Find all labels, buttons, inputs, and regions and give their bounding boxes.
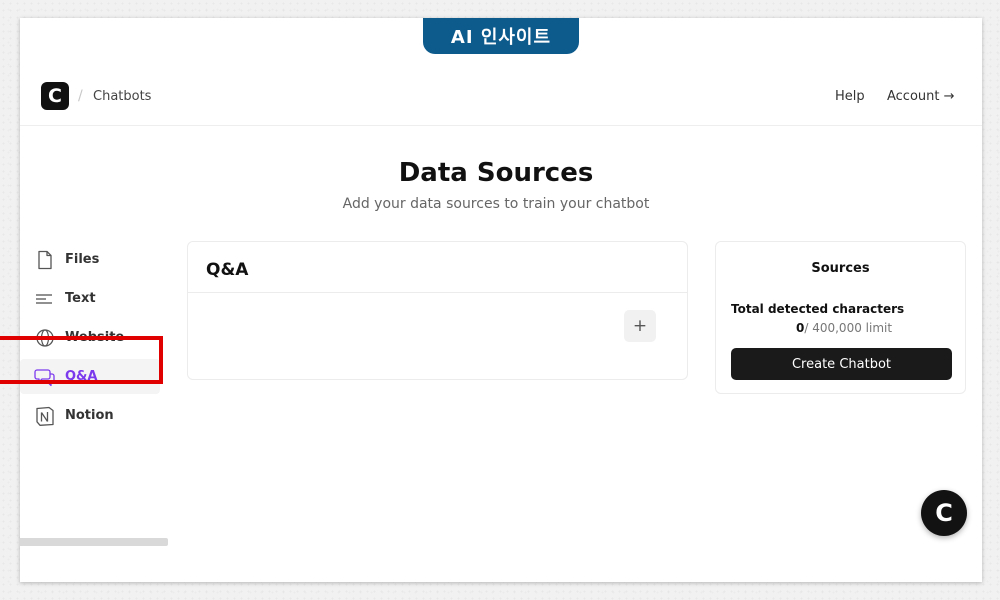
help-link[interactable]: Help: [835, 89, 865, 104]
page-title: Data Sources: [398, 158, 594, 188]
app-logo[interactable]: C: [41, 82, 69, 110]
annotation-highlight-box: [0, 336, 163, 384]
sidebar-item-notion[interactable]: Notion: [20, 398, 160, 433]
chat-widget-button[interactable]: C: [921, 490, 967, 536]
file-icon: [38, 250, 52, 270]
sources-title: Sources: [811, 261, 870, 276]
qa-panel-title: Q&A: [206, 260, 249, 280]
app-window: C / Chatbots Help Account → Data Sources…: [20, 18, 982, 582]
text-lines-icon: [36, 294, 52, 304]
top-navigation-bar: C / Chatbots Help Account →: [20, 76, 982, 126]
qa-panel: Q&A +: [187, 241, 688, 380]
status-bar: [20, 538, 168, 546]
total-characters-label: Total detected characters: [731, 302, 905, 316]
sidebar-item-label: Notion: [65, 408, 114, 423]
breadcrumb-chatbots[interactable]: Chatbots: [93, 89, 151, 104]
sources-panel: Sources Total detected characters 0/ 400…: [715, 241, 966, 394]
qa-panel-divider: [188, 292, 687, 293]
create-chatbot-button[interactable]: Create Chatbot: [731, 348, 952, 380]
watermark-tab: AI 인사이트: [423, 18, 579, 54]
sidebar-item-files[interactable]: Files: [20, 242, 160, 277]
add-qa-button[interactable]: +: [624, 310, 656, 342]
character-count-line: 0/ 400,000 limit: [796, 321, 892, 335]
account-link[interactable]: Account →: [887, 89, 955, 104]
sidebar-item-label: Files: [65, 252, 100, 267]
sidebar-item-text[interactable]: Text: [20, 281, 160, 316]
breadcrumb-separator: /: [78, 88, 83, 104]
character-limit: / 400,000 limit: [804, 321, 893, 335]
page-subtitle: Add your data sources to train your chat…: [342, 196, 650, 212]
logo-letter: C: [48, 85, 62, 107]
sidebar-item-label: Text: [65, 291, 96, 306]
chat-widget-logo: C: [935, 499, 953, 527]
notion-icon: [36, 406, 54, 426]
